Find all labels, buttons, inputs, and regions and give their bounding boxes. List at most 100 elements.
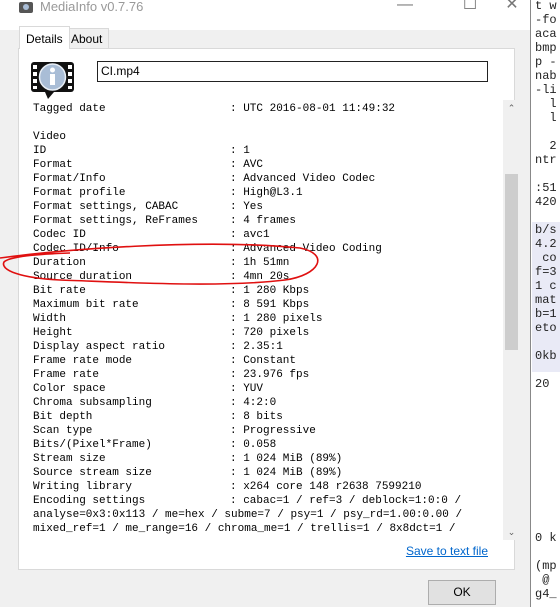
detail-separator: : xyxy=(230,397,244,409)
detail-separator: : xyxy=(230,481,244,493)
tab-about[interactable]: About xyxy=(64,28,110,49)
detail-label: Height xyxy=(33,327,73,339)
scrollbar-thumb[interactable] xyxy=(505,174,518,350)
detail-separator: : xyxy=(230,173,244,185)
detail-separator: : xyxy=(230,103,244,115)
detail-value: cabac=1 / ref=3 / deblock=1:0:0 / xyxy=(243,495,462,507)
detail-value: 1h 51mn xyxy=(243,257,290,269)
terminal-line: -li xyxy=(535,83,557,97)
detail-label: Format xyxy=(33,159,73,171)
terminal-line: 4.2 xyxy=(535,237,557,251)
detail-value: 8 591 Kbps xyxy=(243,299,310,311)
detail-separator: : xyxy=(230,201,244,213)
terminal-line: l xyxy=(535,97,557,111)
detail-separator: : xyxy=(230,453,244,465)
minimize-button[interactable]: — xyxy=(385,0,425,20)
window-title: MediaInfo v0.7.76 xyxy=(40,0,144,14)
terminal-line: 20 xyxy=(535,377,550,391)
terminal-line: b/s xyxy=(535,223,557,237)
scroll-down-arrow-icon[interactable]: ⌄ xyxy=(503,524,520,540)
detail-label: Chroma subsampling xyxy=(33,397,152,409)
detail-value: Advanced Video Codec xyxy=(243,173,376,185)
terminal-line: b=1 xyxy=(535,307,557,321)
detail-separator: : xyxy=(230,285,244,297)
detail-separator: : xyxy=(230,467,244,479)
detail-separator: : xyxy=(230,383,244,395)
scroll-up-arrow-icon[interactable]: ⌃ xyxy=(503,100,520,116)
save-to-text-file-link[interactable]: Save to text file xyxy=(406,544,488,558)
detail-row: Format/Info: Advanced Video Codec xyxy=(33,172,375,186)
detail-value: 1 280 pixels xyxy=(243,313,323,325)
terminal-line: aca xyxy=(535,27,557,41)
detail-value: x264 core 148 r2638 7599210 xyxy=(243,481,422,493)
detail-row: Color space: YUV xyxy=(33,382,263,396)
detail-value: Progressive xyxy=(243,425,316,437)
detail-separator: : xyxy=(230,425,244,437)
detail-value: 720 pixels xyxy=(243,327,310,339)
details-text-area[interactable]: Tagged date: UTC 2016-08-01 11:49:32 Vide… xyxy=(24,100,504,540)
terminal-line: 0kb xyxy=(535,349,557,363)
detail-separator: : xyxy=(230,439,244,451)
detail-row: Frame rate: 23.976 fps xyxy=(33,368,309,382)
detail-label: Format settings, CABAC xyxy=(33,201,179,213)
detail-row: Frame rate mode: Constant xyxy=(33,354,296,368)
detail-value: Yes xyxy=(243,201,264,213)
detail-separator: : xyxy=(230,495,244,507)
detail-row: Writing library: x264 core 148 r2638 759… xyxy=(33,480,421,494)
background-terminal-window: t w -fo aca bmp p - nab -li l l 2 ntr:51 420 b/s 4… xyxy=(532,0,560,607)
filename-field[interactable]: CI.mp4 xyxy=(97,61,488,82)
detail-row: Bit depth: 8 bits xyxy=(33,410,283,424)
detail-value: 0.058 xyxy=(243,439,277,451)
detail-row: Scan type: Progressive xyxy=(33,424,316,438)
detail-separator: : xyxy=(230,369,244,381)
detail-value: High@L3.1 xyxy=(243,187,303,199)
detail-separator: : xyxy=(230,271,244,283)
detail-row: Codec ID: avc1 xyxy=(33,228,270,242)
ok-button[interactable]: OK xyxy=(428,580,496,605)
title-bar: MediaInfo v0.7.76 — ☐ ✕ xyxy=(0,0,530,30)
terminal-line: p - xyxy=(535,55,557,69)
detail-separator: : xyxy=(230,243,244,255)
detail-value: 1 024 MiB (89%) xyxy=(243,453,343,465)
maximize-button[interactable]: ☐ xyxy=(450,0,490,20)
detail-label: Source stream size xyxy=(33,467,152,479)
vertical-scrollbar[interactable]: ⌃ ⌄ xyxy=(503,100,520,540)
detail-value: 1 280 Kbps xyxy=(243,285,310,297)
detail-label: Writing library xyxy=(33,481,133,493)
detail-label: Codec ID/Info xyxy=(33,243,119,255)
close-button[interactable]: ✕ xyxy=(492,0,532,20)
detail-value: 23.976 fps xyxy=(243,369,310,381)
terminal-line: g4_ xyxy=(535,587,557,601)
terminal-line: ntr xyxy=(535,153,557,167)
detail-row: Format profile: High@L3.1 xyxy=(33,186,303,200)
detail-value: avc1 xyxy=(243,229,270,241)
detail-value: 4mn 20s xyxy=(243,271,290,283)
detail-value: Advanced Video Coding xyxy=(243,243,382,255)
detail-row: Format settings, ReFrames: 4 frames xyxy=(33,214,296,228)
detail-row: Maximum bit rate: 8 591 Kbps xyxy=(33,298,309,312)
detail-label: Tagged date xyxy=(33,103,106,115)
detail-row: Source stream size: 1 024 MiB (89%) xyxy=(33,466,342,480)
detail-row: Width: 1 280 pixels xyxy=(33,312,322,326)
detail-value: 1 xyxy=(243,145,250,157)
terminal-line: nab xyxy=(535,69,557,83)
detail-row: Bits/(Pixel*Frame): 0.058 xyxy=(33,438,276,452)
detail-value: 4:2:0 xyxy=(243,397,277,409)
detail-label: Bit depth xyxy=(33,411,93,423)
detail-separator: : xyxy=(230,411,244,423)
tab-details[interactable]: Details xyxy=(19,26,70,49)
detail-row: Source duration: 4mn 20s xyxy=(33,270,289,284)
detail-separator: : xyxy=(230,327,244,339)
detail-label: Bits/(Pixel*Frame) xyxy=(33,439,152,451)
detail-value: 4 frames xyxy=(243,215,297,227)
detail-label: Format settings, ReFrames xyxy=(33,215,199,227)
terminal-line: -fo xyxy=(535,13,557,27)
terminal-line: @ xyxy=(535,573,550,587)
detail-label: Bit rate xyxy=(33,285,86,297)
detail-separator: : xyxy=(230,229,244,241)
detail-row: Height: 720 pixels xyxy=(33,326,309,340)
detail-label: Format profile xyxy=(33,187,126,199)
detail-row: Format settings, CABAC: Yes xyxy=(33,200,263,214)
terminal-line: co xyxy=(535,251,557,265)
terminal-line: eto xyxy=(535,321,557,335)
